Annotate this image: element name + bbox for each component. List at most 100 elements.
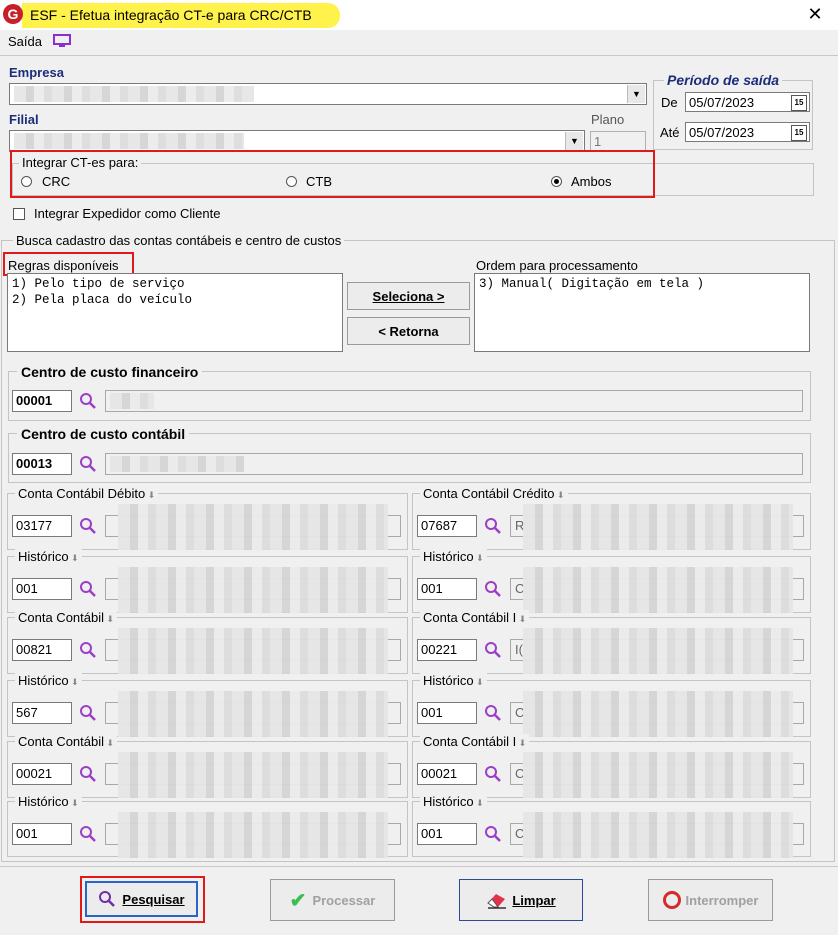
chevron-down-icon[interactable]: ▼ bbox=[565, 132, 583, 150]
close-button[interactable]: ✕ bbox=[804, 4, 826, 25]
processar-button[interactable]: ✔ Processar bbox=[270, 879, 395, 921]
account-code-input[interactable]: 001 bbox=[12, 578, 72, 600]
empresa-combo[interactable]: ▼ bbox=[9, 83, 647, 105]
regras-listbox[interactable]: 1) Pelo tipo de serviço 2) Pela placa do… bbox=[7, 273, 343, 352]
redacted-text bbox=[523, 812, 793, 858]
periodo-title: Período de saída bbox=[664, 72, 783, 88]
search-icon[interactable] bbox=[484, 765, 502, 783]
calendar-icon[interactable]: 15 bbox=[791, 95, 807, 111]
divider bbox=[0, 866, 838, 867]
account-group-title-text: Histórico bbox=[18, 549, 69, 564]
account-code-input[interactable]: 00221 bbox=[417, 639, 477, 661]
list-item[interactable]: 3) Manual( Digitação em tela ) bbox=[479, 276, 805, 292]
ate-date-input[interactable]: 05/07/2023 15 bbox=[685, 122, 810, 142]
account-group-title: Histórico ⬇ bbox=[15, 673, 82, 688]
redacted-text bbox=[118, 752, 388, 798]
monitor-icon[interactable] bbox=[53, 34, 71, 47]
arrow-down-icon: ⬇ bbox=[68, 798, 79, 808]
search-icon[interactable] bbox=[79, 765, 97, 783]
ordem-listbox[interactable]: 3) Manual( Digitação em tela ) bbox=[474, 273, 810, 352]
busca-title: Busca cadastro das contas contábeis e ce… bbox=[13, 233, 345, 248]
calendar-icon[interactable]: 15 bbox=[791, 125, 807, 141]
arrow-down-icon: ⬇ bbox=[68, 553, 79, 563]
account-code-input[interactable]: 00821 bbox=[12, 639, 72, 661]
arrow-down-icon: ⬇ bbox=[473, 553, 484, 563]
search-icon[interactable] bbox=[484, 580, 502, 598]
arrow-down-icon: ⬇ bbox=[516, 614, 527, 624]
processar-label: Processar bbox=[312, 892, 376, 908]
account-code-input[interactable]: 001 bbox=[12, 823, 72, 845]
account-group-title-text: Conta Contábil Crédito bbox=[423, 486, 555, 501]
arrow-down-icon: ⬇ bbox=[145, 490, 156, 500]
account-group-title: Conta Contábil Crédito ⬇ bbox=[420, 486, 568, 501]
limpar-button[interactable]: Limpar bbox=[459, 879, 583, 921]
account-group-title-text: Conta Contábil I bbox=[423, 610, 517, 625]
chevron-down-icon[interactable]: ▼ bbox=[627, 85, 645, 103]
filial-combo[interactable]: ▼ bbox=[9, 130, 585, 152]
account-code-input[interactable]: 03177 bbox=[12, 515, 72, 537]
plano-label: Plano bbox=[591, 112, 625, 127]
seleciona-label: Seleciona > bbox=[372, 288, 445, 304]
search-icon[interactable] bbox=[79, 641, 97, 659]
expedidor-checkbox[interactable] bbox=[13, 208, 25, 220]
cc-contabil-desc bbox=[105, 453, 803, 475]
account-description-prefix: I( bbox=[515, 642, 523, 657]
account-code-input[interactable]: 567 bbox=[12, 702, 72, 724]
search-icon[interactable] bbox=[484, 825, 502, 843]
account-code-input[interactable]: 001 bbox=[417, 578, 477, 600]
account-description: I( bbox=[510, 628, 804, 674]
interromper-label: Interromper bbox=[685, 892, 759, 908]
account-code-input[interactable]: 001 bbox=[417, 823, 477, 845]
account-description bbox=[105, 812, 401, 858]
filial-value-blurred bbox=[14, 133, 244, 149]
list-item[interactable]: 2) Pela placa do veículo bbox=[12, 292, 338, 308]
interromper-button[interactable]: Interromper bbox=[648, 879, 773, 921]
ordem-label: Ordem para processamento bbox=[476, 258, 638, 273]
account-group-title-text: Conta Contábil I bbox=[423, 734, 517, 749]
arrow-down-icon: ⬇ bbox=[68, 677, 79, 687]
seleciona-button[interactable]: Seleciona > bbox=[347, 282, 470, 310]
app-logo-icon: G bbox=[3, 4, 23, 24]
search-icon[interactable] bbox=[79, 392, 97, 410]
account-description bbox=[105, 691, 401, 737]
account-description bbox=[105, 752, 401, 798]
account-group-title-text: Conta Contábil Débito bbox=[18, 486, 146, 501]
account-description: C bbox=[510, 812, 804, 858]
search-icon[interactable] bbox=[79, 825, 97, 843]
ate-date-value: 05/07/2023 bbox=[689, 125, 755, 140]
divider bbox=[0, 55, 838, 56]
search-icon[interactable] bbox=[79, 517, 97, 535]
account-code-input[interactable]: 00021 bbox=[12, 763, 72, 785]
account-description bbox=[105, 567, 401, 613]
account-group-title-text: Conta Contábil bbox=[18, 734, 104, 749]
account-group-title: Histórico ⬇ bbox=[15, 794, 82, 809]
account-code-input[interactable]: 00021 bbox=[417, 763, 477, 785]
redacted-text bbox=[118, 691, 388, 737]
cc-contabil-code[interactable]: 00013 bbox=[12, 453, 72, 475]
redacted-text bbox=[523, 567, 793, 613]
search-icon[interactable] bbox=[484, 704, 502, 722]
retorna-button[interactable]: < Retorna bbox=[347, 317, 470, 345]
account-group-title: Conta Contábil ⬇ bbox=[15, 610, 118, 625]
arrow-down-icon: ⬇ bbox=[104, 738, 115, 748]
cc-financeiro-code[interactable]: 00001 bbox=[12, 390, 72, 412]
account-description: C bbox=[510, 752, 804, 798]
search-icon[interactable] bbox=[79, 580, 97, 598]
filial-label: Filial bbox=[9, 112, 39, 127]
limpar-label: Limpar bbox=[512, 892, 556, 908]
account-code-input[interactable]: 001 bbox=[417, 702, 477, 724]
redacted-text bbox=[523, 504, 793, 550]
account-group-title: Histórico ⬇ bbox=[15, 549, 82, 564]
plano-field: 1 bbox=[590, 131, 646, 151]
cc-financeiro-desc bbox=[105, 390, 803, 412]
menu-saida[interactable]: Saída bbox=[8, 34, 42, 49]
list-item[interactable]: 1) Pelo tipo de serviço bbox=[12, 276, 338, 292]
search-icon[interactable] bbox=[79, 455, 97, 473]
search-icon[interactable] bbox=[79, 704, 97, 722]
search-icon[interactable] bbox=[484, 641, 502, 659]
expedidor-label: Integrar Expedidor como Cliente bbox=[34, 206, 221, 221]
arrow-down-icon: ⬇ bbox=[554, 490, 565, 500]
account-code-input[interactable]: 07687 bbox=[417, 515, 477, 537]
search-icon[interactable] bbox=[484, 517, 502, 535]
de-date-input[interactable]: 05/07/2023 15 bbox=[685, 92, 810, 112]
